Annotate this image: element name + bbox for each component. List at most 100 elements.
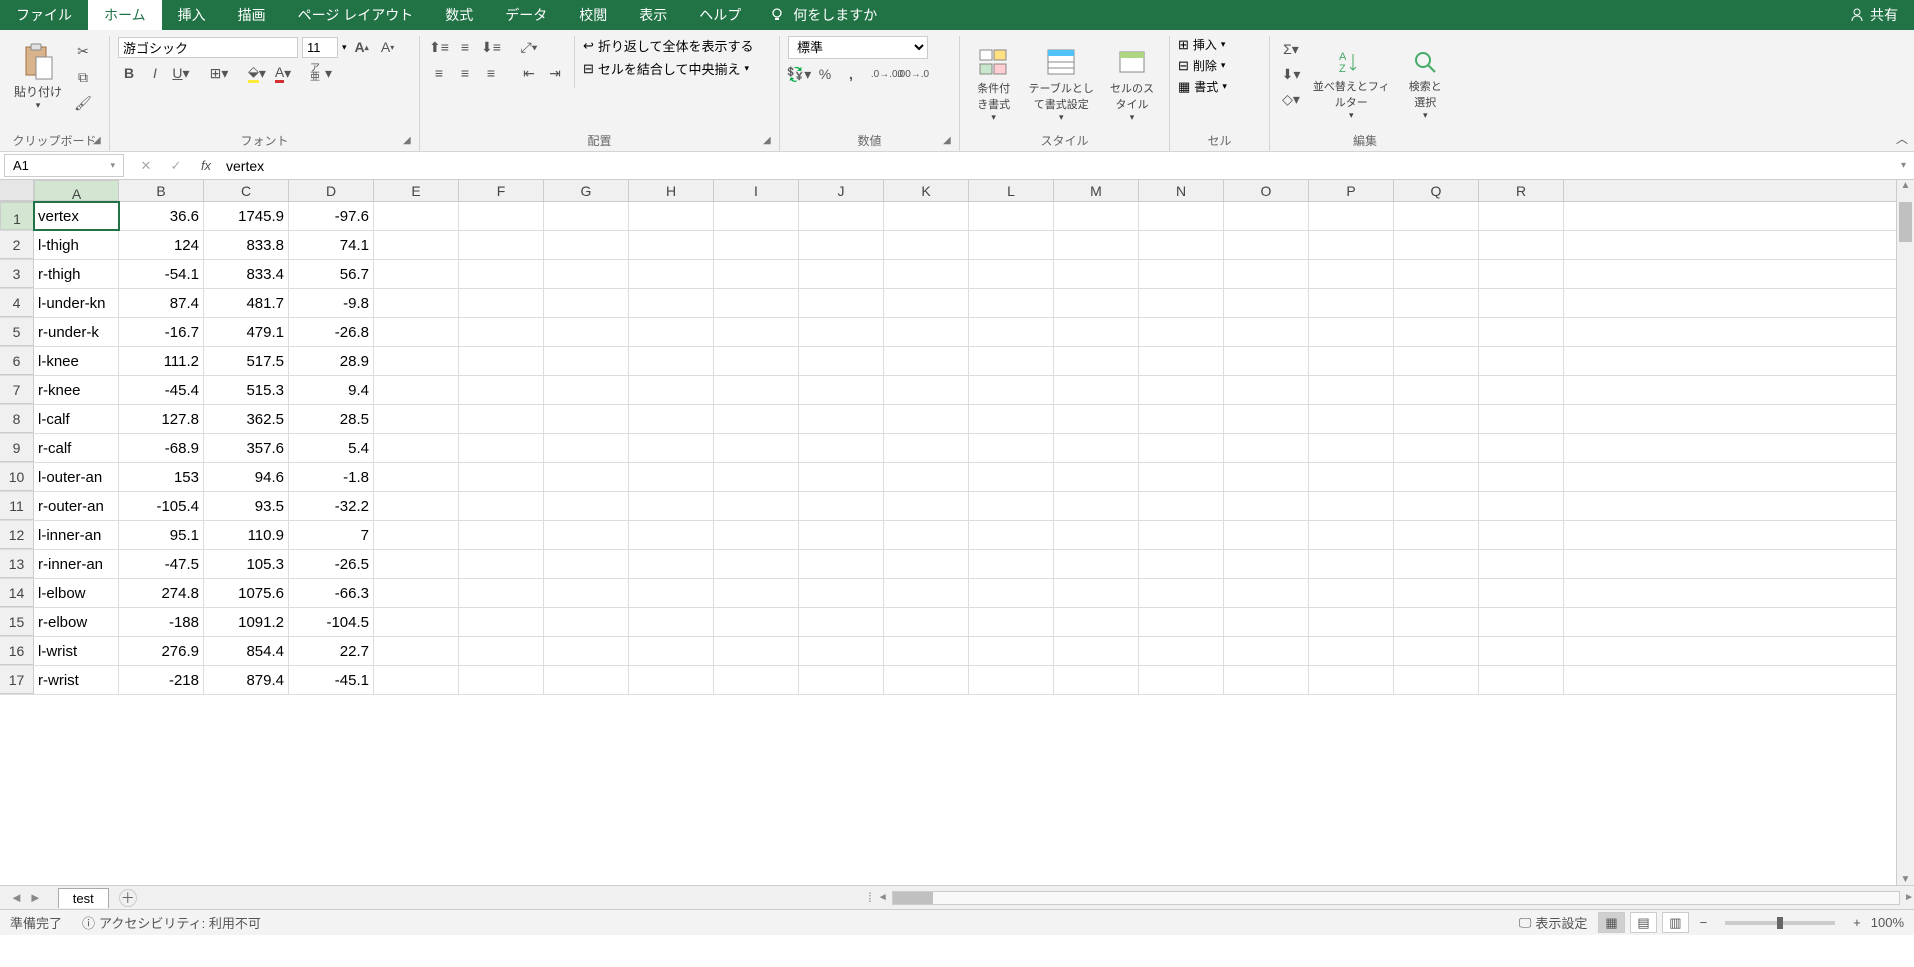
cell[interactable] (884, 260, 969, 288)
cell[interactable] (714, 492, 799, 520)
cell[interactable]: 515.3 (204, 376, 289, 404)
tab-校閲[interactable]: 校閲 (563, 0, 623, 30)
cell[interactable] (1394, 608, 1479, 636)
cell[interactable] (1479, 202, 1564, 230)
cell[interactable]: 36.6 (119, 202, 204, 230)
cell[interactable] (629, 289, 714, 317)
cell[interactable] (969, 347, 1054, 375)
cell[interactable]: -9.8 (289, 289, 374, 317)
cell[interactable] (884, 231, 969, 259)
cell[interactable] (544, 579, 629, 607)
underline-button[interactable]: U▾ (170, 62, 192, 84)
cell[interactable] (714, 289, 799, 317)
formula-input[interactable]: vertex (216, 154, 1893, 178)
cell[interactable] (799, 347, 884, 375)
cell[interactable] (714, 260, 799, 288)
scroll-thumb[interactable] (1899, 202, 1912, 242)
column-header[interactable]: P (1309, 180, 1394, 201)
cell[interactable]: 274.8 (119, 579, 204, 607)
cell[interactable] (459, 666, 544, 694)
cell[interactable] (544, 434, 629, 462)
cell[interactable] (714, 434, 799, 462)
align-top-button[interactable]: ⬆≡ (428, 36, 450, 58)
dialog-launcher-icon[interactable]: ◢ (763, 135, 775, 147)
enter-formula-button[interactable]: ✓ (166, 158, 186, 174)
cell[interactable] (1054, 231, 1139, 259)
cell[interactable] (459, 608, 544, 636)
cell[interactable] (374, 260, 459, 288)
cell[interactable] (884, 492, 969, 520)
cell[interactable] (799, 637, 884, 665)
cell[interactable] (1394, 521, 1479, 549)
cell[interactable] (1139, 231, 1224, 259)
cell[interactable] (1479, 579, 1564, 607)
cell[interactable] (884, 376, 969, 404)
column-header[interactable]: L (969, 180, 1054, 201)
tab-挿入[interactable]: 挿入 (162, 0, 222, 30)
cell[interactable] (459, 463, 544, 491)
cell[interactable] (374, 608, 459, 636)
cell[interactable] (1394, 550, 1479, 578)
cell[interactable] (629, 579, 714, 607)
cell[interactable] (1139, 202, 1224, 230)
cell[interactable] (714, 231, 799, 259)
cell[interactable] (969, 579, 1054, 607)
cell[interactable] (1309, 202, 1394, 230)
sheet-tab[interactable]: test (58, 888, 109, 908)
phonetic-button[interactable]: ア亜▾ (310, 62, 332, 84)
row-header[interactable]: 4 (0, 289, 34, 317)
cell[interactable]: -188 (119, 608, 204, 636)
cell[interactable]: r-calf (34, 434, 119, 462)
cell[interactable]: -16.7 (119, 318, 204, 346)
cell[interactable] (714, 666, 799, 694)
cell[interactable]: 153 (119, 463, 204, 491)
zoom-slider[interactable] (1725, 921, 1835, 925)
cell[interactable] (799, 376, 884, 404)
display-settings-button[interactable]: 🖵表示設定 (1519, 913, 1588, 932)
cell[interactable]: 276.9 (119, 637, 204, 665)
cell[interactable] (1054, 376, 1139, 404)
cell[interactable] (969, 492, 1054, 520)
cell[interactable]: 479.1 (204, 318, 289, 346)
cell[interactable] (374, 434, 459, 462)
wrap-text-button[interactable]: ↩ 折り返して全体を表示する (583, 36, 754, 55)
expand-formula-bar-button[interactable]: ▾ (1893, 160, 1914, 171)
font-color-button[interactable]: A▾ (272, 62, 294, 84)
cell[interactable] (884, 666, 969, 694)
row-header[interactable]: 12 (0, 521, 34, 549)
format-painter-button[interactable]: 🖌 (72, 92, 94, 114)
column-header[interactable]: J (799, 180, 884, 201)
row-header[interactable]: 7 (0, 376, 34, 404)
cell[interactable] (1309, 608, 1394, 636)
accounting-format-button[interactable]: 💱▾ (788, 63, 810, 85)
cell[interactable]: 517.5 (204, 347, 289, 375)
cell[interactable] (544, 289, 629, 317)
collapse-ribbon-button[interactable]: ︿ (1896, 130, 1908, 147)
cell[interactable] (1054, 608, 1139, 636)
cell[interactable] (1224, 463, 1309, 491)
cell[interactable] (1139, 405, 1224, 433)
clear-button[interactable]: ◇▾ (1280, 88, 1302, 110)
cell[interactable] (969, 463, 1054, 491)
row-header[interactable]: 5 (0, 318, 34, 346)
column-header[interactable]: E (374, 180, 459, 201)
cell[interactable] (374, 347, 459, 375)
cell[interactable]: 105.3 (204, 550, 289, 578)
cell[interactable]: r-knee (34, 376, 119, 404)
tab-ページ レイアウト[interactable]: ページ レイアウト (282, 0, 430, 30)
cell[interactable] (799, 318, 884, 346)
cell[interactable]: 1745.9 (204, 202, 289, 230)
cell[interactable] (1139, 608, 1224, 636)
cell[interactable] (714, 579, 799, 607)
percent-button[interactable]: % (814, 63, 836, 85)
row-header[interactable]: 11 (0, 492, 34, 520)
cell[interactable]: 833.4 (204, 260, 289, 288)
cell[interactable] (969, 434, 1054, 462)
cell[interactable] (884, 637, 969, 665)
cell[interactable] (1309, 347, 1394, 375)
tab-描画[interactable]: 描画 (222, 0, 282, 30)
cell[interactable] (1309, 376, 1394, 404)
cell[interactable] (799, 463, 884, 491)
accessibility-status[interactable]: ⓘ アクセシビリティ: 利用不可 (82, 913, 261, 932)
cell[interactable]: 93.5 (204, 492, 289, 520)
